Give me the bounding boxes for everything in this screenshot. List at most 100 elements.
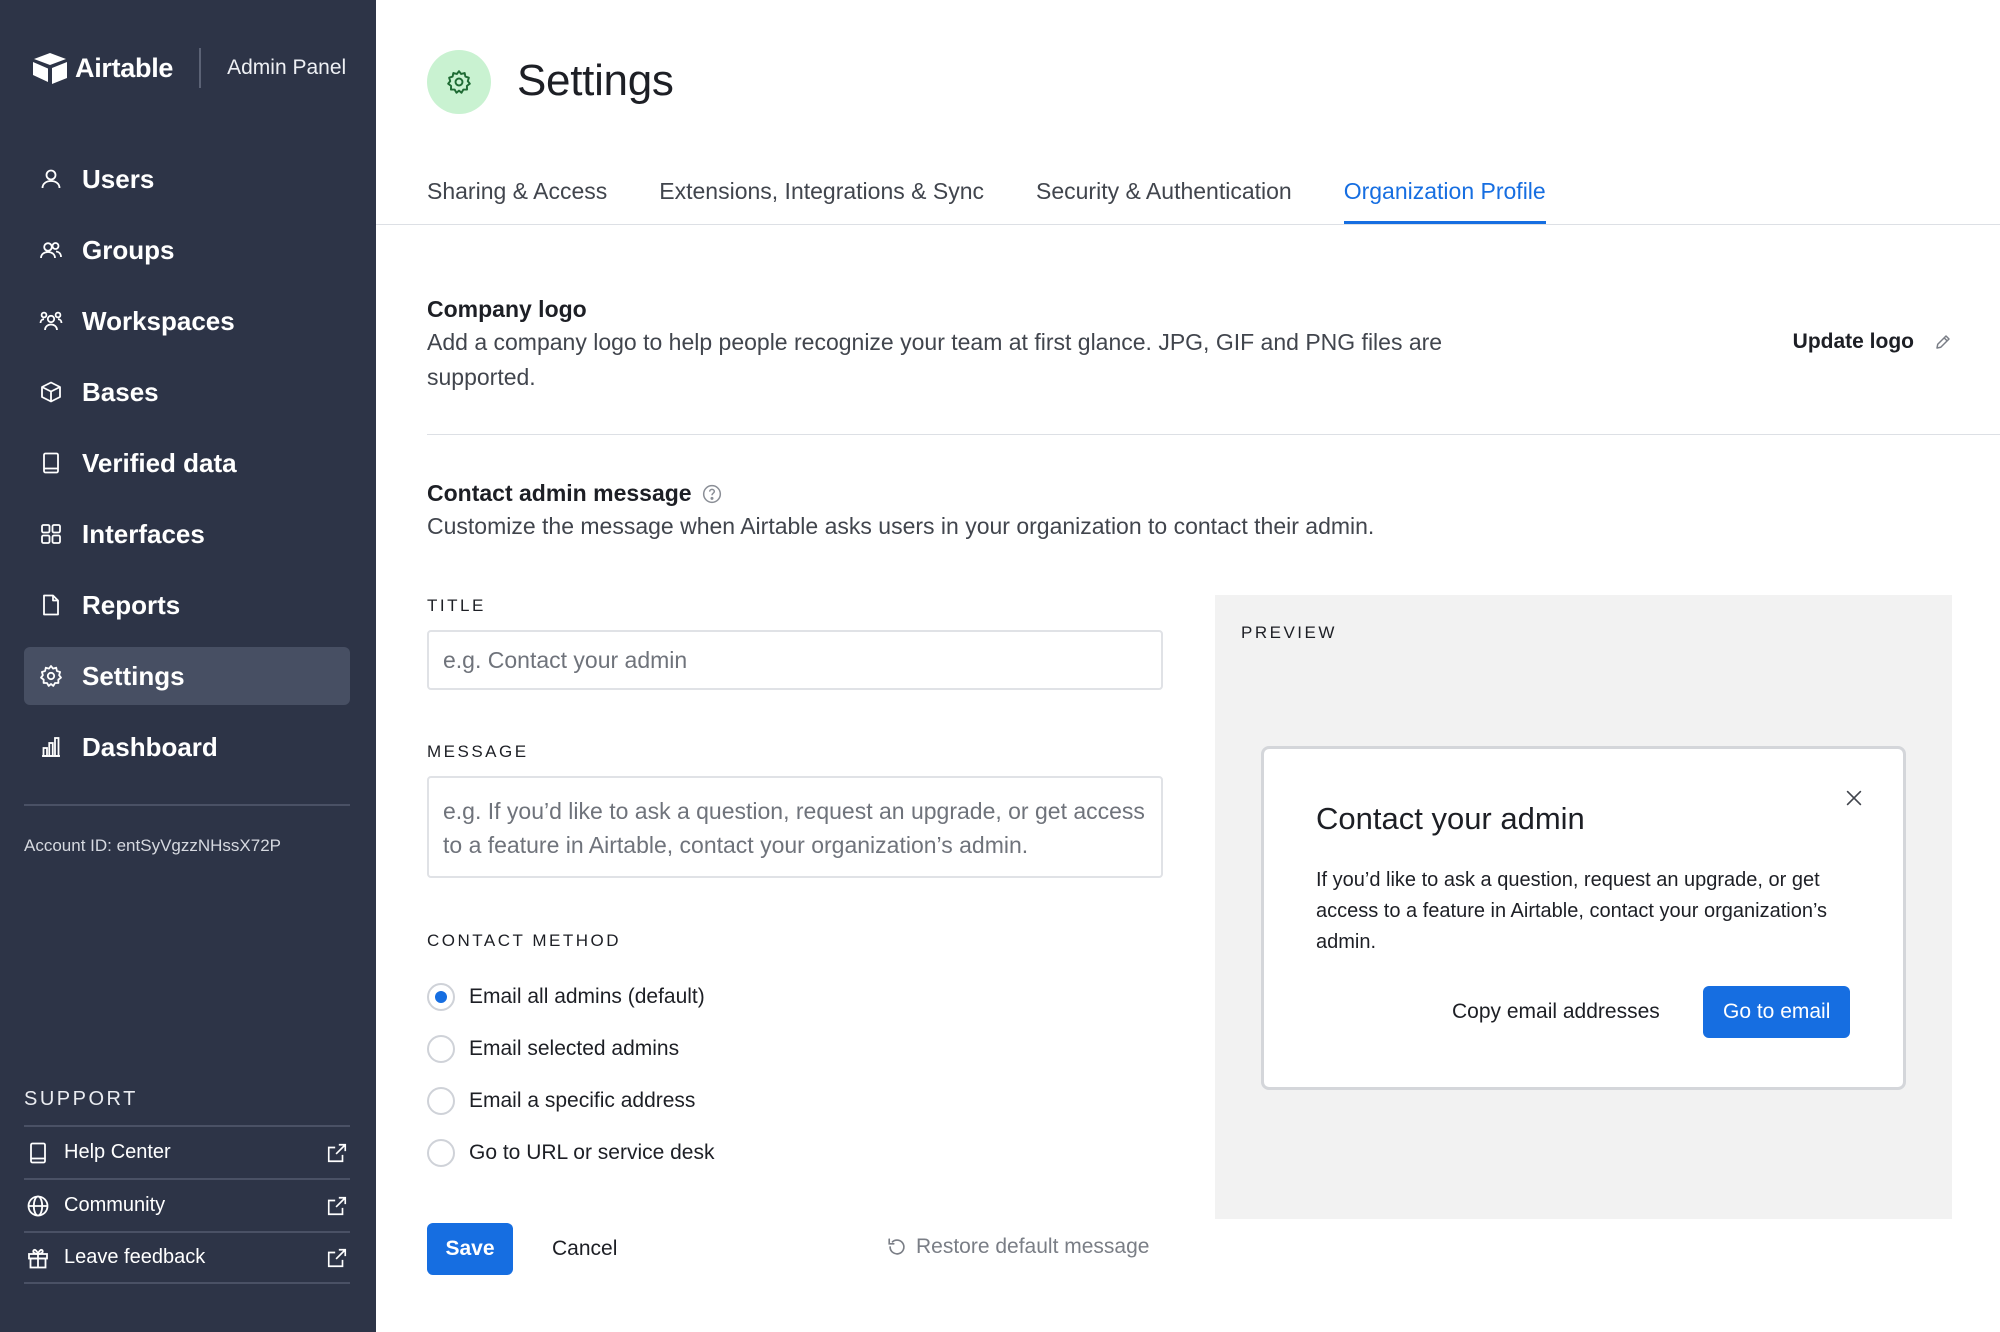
users-icon	[38, 237, 64, 263]
pencil-icon	[1934, 333, 1952, 351]
copy-email-addresses-button[interactable]: Copy email addresses	[1452, 986, 1660, 1038]
radio-label: Email selected admins	[469, 1037, 680, 1060]
tab-sharing-access[interactable]: Sharing & Access	[427, 178, 607, 224]
brand-name: Airtable	[75, 52, 174, 83]
file-icon	[38, 592, 64, 618]
sidebar-item-workspaces[interactable]: Workspaces	[24, 292, 350, 350]
help-icon[interactable]	[702, 484, 722, 504]
tab-extensions-integrations-sync[interactable]: Extensions, Integrations & Sync	[659, 178, 984, 224]
grid-icon	[38, 521, 64, 547]
tab-organization-profile[interactable]: Organization Profile	[1343, 178, 1546, 224]
preview-panel: PREVIEW Contact your admin If you’d like…	[1215, 595, 1952, 1219]
modal-body: If you’d like to ask a question, request…	[1316, 869, 1828, 953]
brand-subtitle: Admin Panel	[227, 56, 347, 79]
contact-method-label: CONTACT METHOD	[427, 931, 621, 950]
support-item-label: Leave feedback	[64, 1246, 206, 1268]
sidebar-item-label: Groups	[82, 234, 175, 265]
sidebar-item-label: Verified data	[82, 447, 237, 478]
sidebar-item-bases[interactable]: Bases	[24, 363, 350, 421]
sidebar-item-users[interactable]: Users	[24, 150, 350, 208]
radio-button[interactable]	[427, 1087, 455, 1115]
brand[interactable]: Airtable Admin Panel	[31, 46, 346, 90]
radio-email-all-admins[interactable]: Email all admins (default)	[427, 983, 705, 1011]
tab-security-authentication[interactable]: Security & Authentication	[1036, 178, 1292, 224]
support-item-help-center[interactable]: Help Center	[24, 1125, 350, 1178]
user-icon	[38, 166, 64, 192]
book-icon	[26, 1141, 50, 1165]
sidebar-item-dashboard[interactable]: Dashboard	[24, 718, 350, 776]
sidebar-item-interfaces[interactable]: Interfaces	[24, 505, 350, 563]
modal-title: Contact your admin	[1316, 801, 1585, 836]
sidebar-item-groups[interactable]: Groups	[24, 221, 350, 279]
sidebar-item-settings[interactable]: Settings	[24, 647, 350, 705]
restore-label: Restore default message	[916, 1235, 1150, 1258]
gift-icon	[26, 1246, 50, 1270]
sidebar-item-label: Dashboard	[82, 731, 218, 762]
gear-icon	[38, 663, 64, 689]
message-input[interactable]	[427, 776, 1163, 878]
book-icon	[38, 450, 64, 476]
support-heading: SUPPORT	[24, 1088, 138, 1110]
radio-label: Email all admins (default)	[469, 985, 705, 1008]
contact-admin-modal-preview: Contact your admin If you’d like to ask …	[1261, 746, 1906, 1090]
contact-admin-description: Customize the message when Airtable asks…	[427, 513, 1375, 539]
company-logo-description: Add a company logo to help people recogn…	[427, 329, 1443, 390]
radio-go-to-url[interactable]: Go to URL or service desk	[427, 1139, 714, 1167]
sidebar-item-label: Bases	[82, 376, 159, 407]
bar-chart-icon	[38, 734, 64, 760]
support-item-label: Community	[64, 1194, 166, 1216]
undo-icon	[886, 1236, 908, 1258]
company-logo-heading: Company logo	[427, 296, 587, 323]
sidebar-item-label: Interfaces	[82, 518, 205, 549]
support-item-community[interactable]: Community	[24, 1178, 350, 1231]
tabs-divider	[376, 224, 2000, 225]
radio-button-selected[interactable]	[427, 983, 455, 1011]
title-field-label: TITLE	[427, 596, 486, 615]
update-logo-label: Update logo	[1792, 330, 1914, 353]
external-link-icon	[326, 1195, 348, 1217]
go-to-email-button[interactable]: Go to email	[1703, 986, 1851, 1038]
restore-default-button[interactable]: Restore default message	[886, 1235, 1149, 1259]
message-field-label: MESSAGE	[427, 742, 529, 761]
update-logo-button[interactable]: Update logo	[1793, 330, 1952, 354]
support-item-label: Help Center	[64, 1141, 171, 1163]
airtable-logo-icon	[33, 53, 67, 84]
sidebar-divider	[24, 804, 350, 806]
contact-admin-title: Contact admin message	[427, 480, 692, 506]
sidebar-item-label: Workspaces	[82, 305, 235, 336]
team-icon	[38, 308, 64, 334]
external-link-icon	[326, 1142, 348, 1164]
contact-admin-heading: Contact admin message	[427, 480, 722, 507]
cancel-button[interactable]: Cancel	[534, 1223, 635, 1275]
sidebar-nav: Users Groups Workspaces Bases Verified d…	[24, 150, 350, 789]
sidebar: Airtable Admin Panel Users Groups Worksp…	[0, 0, 376, 1332]
account-id: Account ID: entSyVgzzNHssX72P	[24, 836, 282, 855]
radio-email-specific-address[interactable]: Email a specific address	[427, 1087, 695, 1115]
save-button[interactable]: Save	[427, 1223, 513, 1275]
radio-email-selected-admins[interactable]: Email selected admins	[427, 1035, 679, 1063]
cube-icon	[38, 379, 64, 405]
globe-icon	[26, 1194, 50, 1218]
sidebar-item-verified-data[interactable]: Verified data	[24, 434, 350, 492]
radio-button[interactable]	[427, 1139, 455, 1167]
settings-tabs: Sharing & Access Extensions, Integration…	[427, 178, 1598, 224]
radio-button[interactable]	[427, 1035, 455, 1063]
company-logo-title: Company logo	[427, 296, 587, 322]
sidebar-item-label: Reports	[82, 589, 181, 620]
sidebar-item-reports[interactable]: Reports	[24, 576, 350, 634]
page-title: Settings	[517, 56, 674, 105]
support-list: Help Center Community Leave feedback	[24, 1125, 350, 1284]
radio-label: Email a specific address	[469, 1089, 696, 1112]
external-link-icon	[326, 1247, 348, 1269]
main-content: Settings Sharing & Access Extensions, In…	[376, 0, 2000, 1332]
section-divider	[427, 434, 2000, 435]
gear-icon	[447, 70, 471, 94]
radio-label: Go to URL or service desk	[469, 1141, 715, 1164]
support-item-leave-feedback[interactable]: Leave feedback	[24, 1231, 350, 1284]
sidebar-item-label: Users	[82, 163, 155, 194]
preview-label: PREVIEW	[1241, 623, 1337, 642]
title-input[interactable]	[427, 630, 1163, 690]
settings-header-badge	[427, 50, 491, 114]
brand-divider	[199, 48, 202, 88]
close-icon[interactable]	[1843, 787, 1865, 809]
